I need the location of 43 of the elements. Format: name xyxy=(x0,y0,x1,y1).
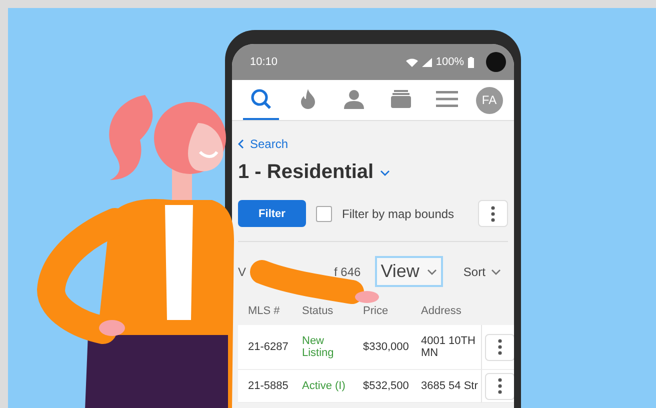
sort-dropdown[interactable]: Sort xyxy=(457,264,508,280)
table-cell: 3685 54 Str xyxy=(411,370,481,403)
table-cell: 21-6287 xyxy=(238,325,292,370)
page-title: 1 - Residential xyxy=(238,161,374,184)
chevron-down-icon xyxy=(380,170,390,176)
battery-percent: 100% xyxy=(436,56,464,68)
table-cell: $330,000 xyxy=(353,325,411,370)
checkbox[interactable] xyxy=(316,206,332,222)
chevron-left-icon xyxy=(238,139,244,149)
stacked-tray-icon xyxy=(390,90,411,108)
view-dropdown[interactable]: View xyxy=(374,256,444,287)
column-header: Status xyxy=(301,304,334,319)
column-header: Address xyxy=(420,304,462,319)
more-button[interactable] xyxy=(484,372,514,400)
table-cell: $532,500 xyxy=(353,370,411,403)
filter-button[interactable]: Filter xyxy=(238,200,306,227)
wifi-icon xyxy=(406,58,418,66)
column-header: MLS # xyxy=(247,304,281,319)
table-cell: 4001 10TH MN xyxy=(411,325,481,370)
more-icon xyxy=(498,339,502,355)
more-icon xyxy=(491,206,495,222)
more-icon xyxy=(498,378,502,394)
clock-text: 10:10 xyxy=(250,56,278,68)
battery-icon xyxy=(468,56,474,68)
person-icon xyxy=(344,89,364,109)
camera-hole xyxy=(486,52,506,72)
signal-icon xyxy=(422,58,432,66)
menu-icon xyxy=(436,91,458,107)
more-button[interactable] xyxy=(484,334,514,360)
flame-icon xyxy=(300,88,316,110)
results-text: V xyxy=(238,264,246,278)
more-button[interactable] xyxy=(478,200,508,227)
chevron-down-icon xyxy=(491,268,502,274)
column-header: Price xyxy=(362,304,390,319)
results-text: f 646 xyxy=(334,264,361,278)
status-cell: Active (I) xyxy=(292,370,353,403)
search-icon xyxy=(250,88,272,110)
table-cell: 21-5885 xyxy=(238,370,292,403)
avatar[interactable]: FA xyxy=(476,86,503,114)
chevron-down-icon xyxy=(427,268,438,274)
checkbox-label: Filter by map bounds xyxy=(342,206,456,220)
back-link[interactable]: Search xyxy=(238,137,288,151)
status-cell: New Listing xyxy=(292,325,353,370)
